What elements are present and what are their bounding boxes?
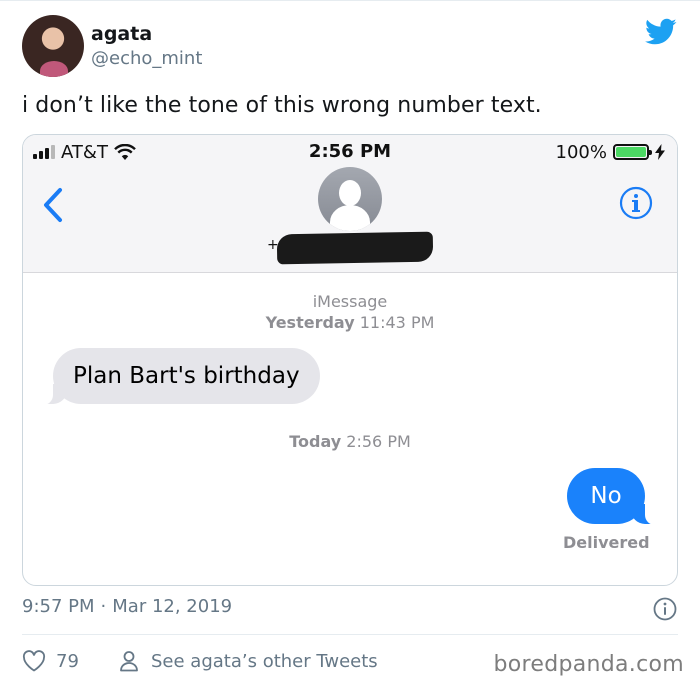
status-carrier: AT&T <box>33 141 136 163</box>
like-button[interactable]: 79 <box>22 648 79 674</box>
delivery-status: Delivered <box>563 533 650 552</box>
footer-divider <box>22 634 678 635</box>
outgoing-message-bubble[interactable]: No <box>567 468 657 525</box>
signal-bars-icon <box>33 145 55 159</box>
timestamp-today: Today 2:56 PM <box>23 432 677 451</box>
timestamp-time: 11:43 PM <box>359 313 435 332</box>
top-border <box>0 0 700 1</box>
tweet-media-screenshot[interactable]: 2:56 PM AT&T 100% + iMessage Yesterday 1… <box>22 134 678 586</box>
info-icon[interactable] <box>619 186 653 220</box>
redacted-phone-number <box>276 231 434 265</box>
like-count: 79 <box>56 650 79 672</box>
timestamp-time: 2:56 PM <box>346 432 411 451</box>
back-chevron-icon[interactable] <box>41 187 65 223</box>
see-other-tweets-link[interactable]: See agata’s other Tweets <box>117 648 378 674</box>
info-icon[interactable] <box>653 597 677 621</box>
battery-percent: 100% <box>555 141 607 163</box>
wifi-icon <box>114 144 136 160</box>
carrier-name: AT&T <box>61 141 108 163</box>
status-battery: 100% <box>556 141 665 163</box>
charging-bolt-icon <box>655 144 665 160</box>
timestamp-yesterday: Yesterday 11:43 PM <box>23 313 677 332</box>
contact-avatar-icon[interactable] <box>318 167 382 231</box>
twitter-bird-icon[interactable] <box>645 18 677 46</box>
author-display-name[interactable]: agata <box>91 23 152 45</box>
person-icon <box>120 651 138 672</box>
tweet-timestamp[interactable]: 9:57 PM · Mar 12, 2019 <box>22 596 232 617</box>
timestamp-separator: · <box>100 596 107 617</box>
battery-icon <box>613 144 652 160</box>
heart-icon <box>22 650 46 672</box>
phone-header: 2:56 PM AT&T 100% + <box>23 135 677 273</box>
tweet-time: 9:57 PM <box>22 596 95 617</box>
source-watermark: boredpanda.com <box>493 652 684 677</box>
tweet-text: i don’t like the tone of this wrong numb… <box>22 93 542 118</box>
timestamp-day: Today <box>289 432 342 451</box>
see-other-tweets-label: See agata’s other Tweets <box>151 650 378 672</box>
service-label: iMessage <box>312 292 388 311</box>
incoming-message-bubble[interactable]: Plan Bart's birthday <box>41 348 320 405</box>
tweet-date: Mar 12, 2019 <box>112 596 233 617</box>
timestamp-day: Yesterday <box>265 313 355 332</box>
author-avatar[interactable] <box>22 15 84 77</box>
author-handle[interactable]: @echo_mint <box>91 48 202 69</box>
